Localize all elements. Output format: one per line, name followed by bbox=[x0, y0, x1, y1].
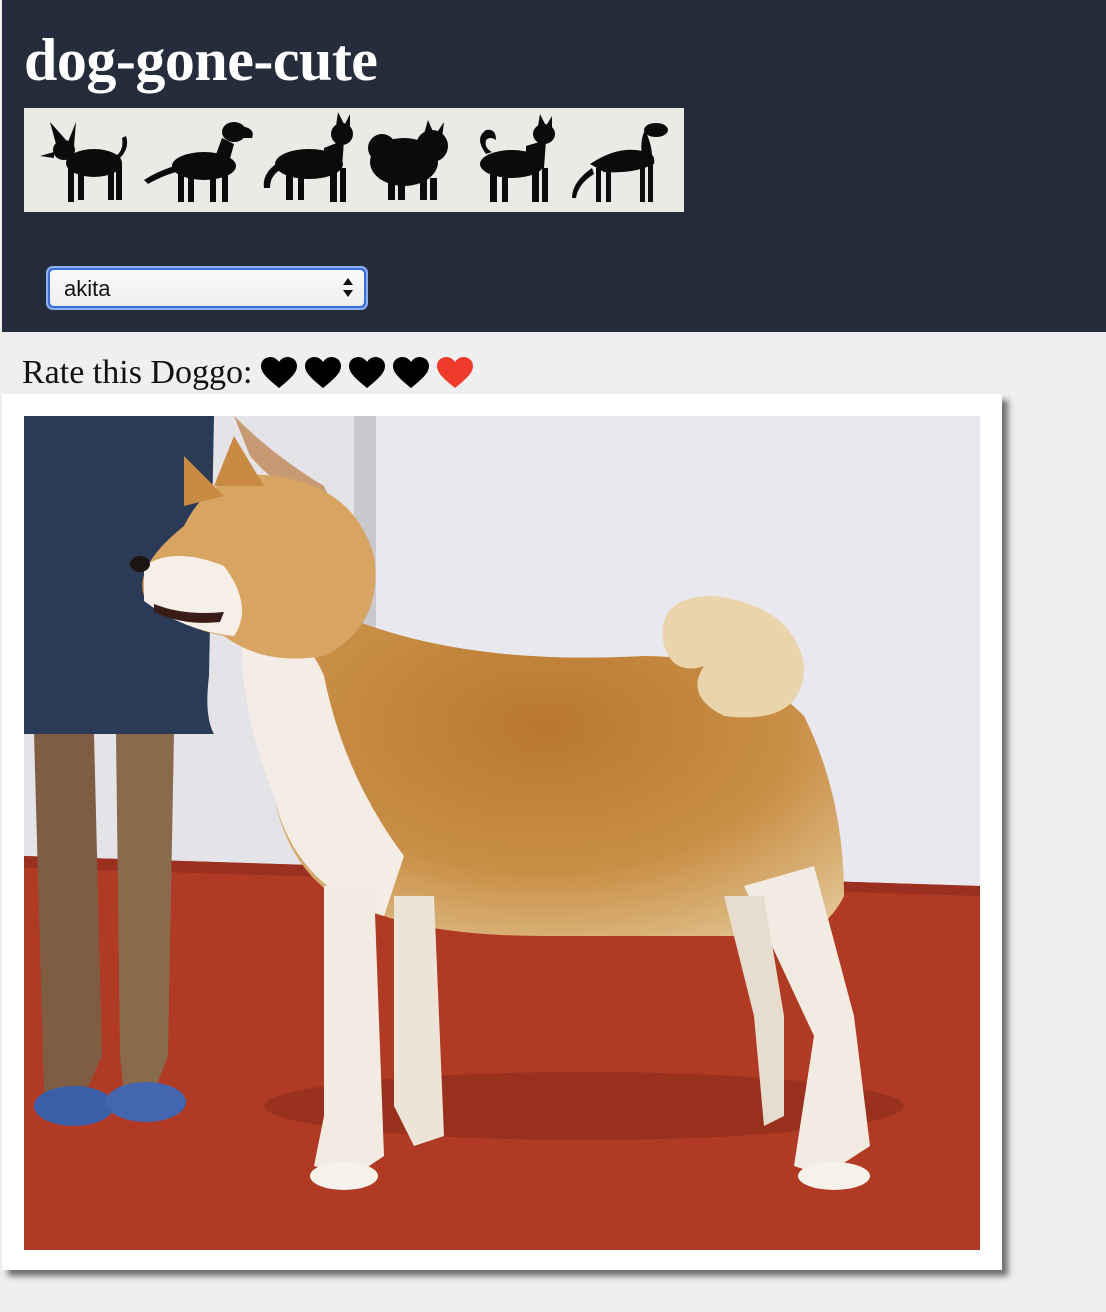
site-header: dog-gone-cute akita bbox=[2, 0, 1106, 332]
site-title: dog-gone-cute bbox=[24, 27, 378, 93]
dog-silhouettes-banner bbox=[24, 108, 684, 212]
akita-dog-photo bbox=[24, 416, 980, 1250]
heart-icon[interactable] bbox=[392, 356, 430, 390]
rating-row: Rate this Doggo: bbox=[22, 350, 480, 396]
heart-icon[interactable] bbox=[304, 356, 342, 390]
dog-silhouettes-icon bbox=[40, 112, 668, 202]
breed-select-value: akita bbox=[64, 276, 111, 301]
breed-select[interactable]: akita bbox=[50, 270, 364, 306]
heart-icon[interactable] bbox=[260, 356, 298, 390]
heart-icon[interactable] bbox=[436, 356, 474, 390]
rating-label: Rate this Doggo: bbox=[22, 354, 253, 391]
dog-photo-card bbox=[2, 394, 1002, 1270]
heart-icon[interactable] bbox=[348, 356, 386, 390]
breed-select-focus-ring: akita bbox=[46, 266, 368, 310]
select-arrows-icon bbox=[342, 277, 354, 299]
